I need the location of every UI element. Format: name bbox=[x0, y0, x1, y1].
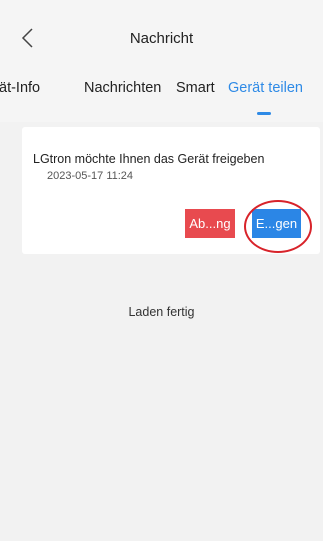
header-bar: Nachricht bbox=[0, 0, 323, 70]
tab-smart[interactable]: Smart bbox=[176, 80, 215, 96]
share-request-timestamp: 2023-05-17 11:24 bbox=[47, 170, 134, 182]
loading-status-text: Laden fertig bbox=[128, 305, 195, 319]
tab-device-info[interactable]: ät-Info bbox=[0, 80, 40, 96]
accept-button[interactable]: E...gen bbox=[252, 209, 301, 238]
tab-bar: ät-Info Nachrichten Smart Gerät teilen bbox=[0, 70, 323, 122]
page-title: Nachricht bbox=[129, 30, 194, 47]
share-request-message: LGtron möchte Ihnen das Gerät freigeben bbox=[33, 152, 265, 166]
active-tab-indicator bbox=[257, 112, 271, 115]
tab-share-device[interactable]: Gerät teilen bbox=[228, 80, 303, 96]
reject-button[interactable]: Ab...ng bbox=[185, 209, 235, 238]
share-request-card: LGtron möchte Ihnen das Gerät freigeben … bbox=[22, 127, 320, 254]
tab-messages[interactable]: Nachrichten bbox=[84, 80, 161, 96]
